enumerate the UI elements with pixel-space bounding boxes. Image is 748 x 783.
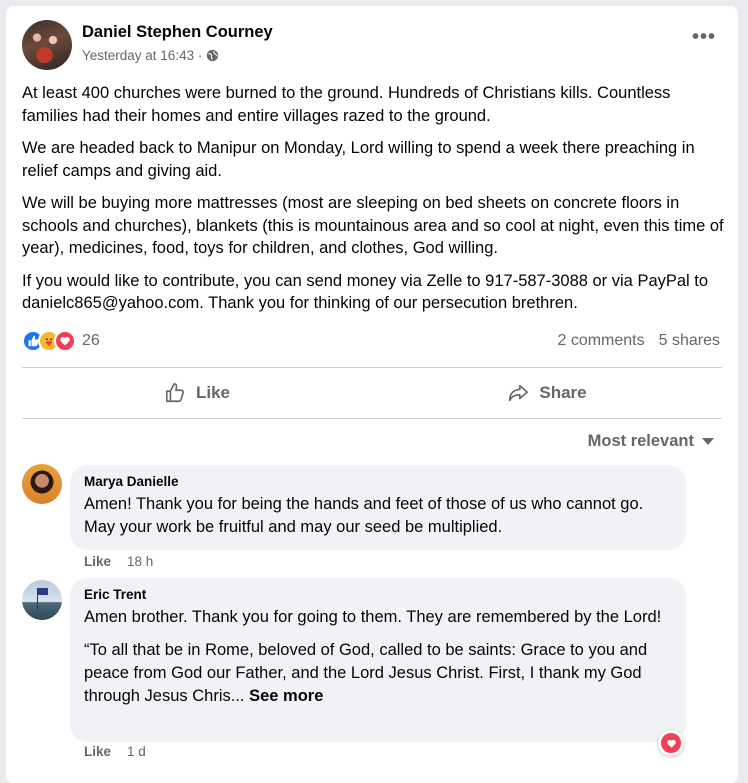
flag-icon [38,588,48,595]
comment-bubble: Marya Danielle Amen! Thank you for being… [70,465,686,550]
see-more-link[interactable]: See more [249,687,323,705]
post-paragraph: At least 400 churches were burned to the… [22,84,671,125]
commenter-name[interactable]: Marya Danielle [84,474,672,489]
like-button[interactable]: Like [22,368,372,418]
love-reaction-icon [661,733,681,753]
reaction-count: 26 [82,332,100,349]
more-options-button[interactable]: ••• [692,27,716,47]
comment-time[interactable]: 1 d [127,744,146,759]
share-icon [509,384,529,402]
comment-reaction-badge[interactable] [658,730,684,756]
sort-label: Most relevant [587,432,694,450]
love-reaction-icon [54,330,76,352]
thumbs-up-icon [165,383,185,403]
comment-sort-dropdown[interactable]: Most relevant [588,432,714,451]
comment-like-button[interactable]: Like [84,744,111,759]
post-paragraph: We are headed back to Manipur on Monday,… [22,139,695,180]
commenter-name[interactable]: Eric Trent [84,587,672,602]
globe-icon [207,49,219,62]
comments-count-link[interactable]: 2 comments [557,332,644,350]
shares-count-link[interactable]: 5 shares [659,332,720,350]
comment-text: Amen! Thank you for being the hands and … [84,495,644,536]
chevron-down-icon [702,438,714,445]
reactions-summary[interactable]: 26 [22,330,100,352]
comment-meta: Like 18 h [84,554,153,569]
commenter-avatar[interactable] [22,464,62,504]
post-card: Daniel Stephen Courney Yesterday at 16:4… [6,6,738,783]
author-avatar[interactable] [22,20,72,70]
comment-like-button[interactable]: Like [84,554,111,569]
comment-text: Amen brother. Thank you for going to the… [84,608,662,626]
like-label: Like [195,383,231,402]
post-timestamp[interactable]: Yesterday at 16:43 · [82,48,202,63]
action-bar: Like Share [22,368,722,418]
post-meta: Yesterday at 16:43 · [82,48,219,63]
comment-text-quote: “To all that be in Rome, beloved of God,… [84,641,648,705]
commenter-avatar[interactable] [22,580,62,620]
post-text: At least 400 churches were burned to the… [22,82,726,325]
author-name[interactable]: Daniel Stephen Courney [82,23,273,42]
post-stats: 2 comments 5 shares [557,332,720,350]
post-paragraph: We will be buying more mattresses (most … [22,194,724,257]
comment-meta: Like 1 d [84,744,146,759]
share-label: Share [539,383,587,402]
share-button[interactable]: Share [372,368,722,418]
comment-time[interactable]: 18 h [127,554,153,569]
comment-bubble: Eric Trent Amen brother. Thank you for g… [70,578,686,742]
divider [22,418,722,419]
post-paragraph: If you would like to contribute, you can… [22,271,709,313]
